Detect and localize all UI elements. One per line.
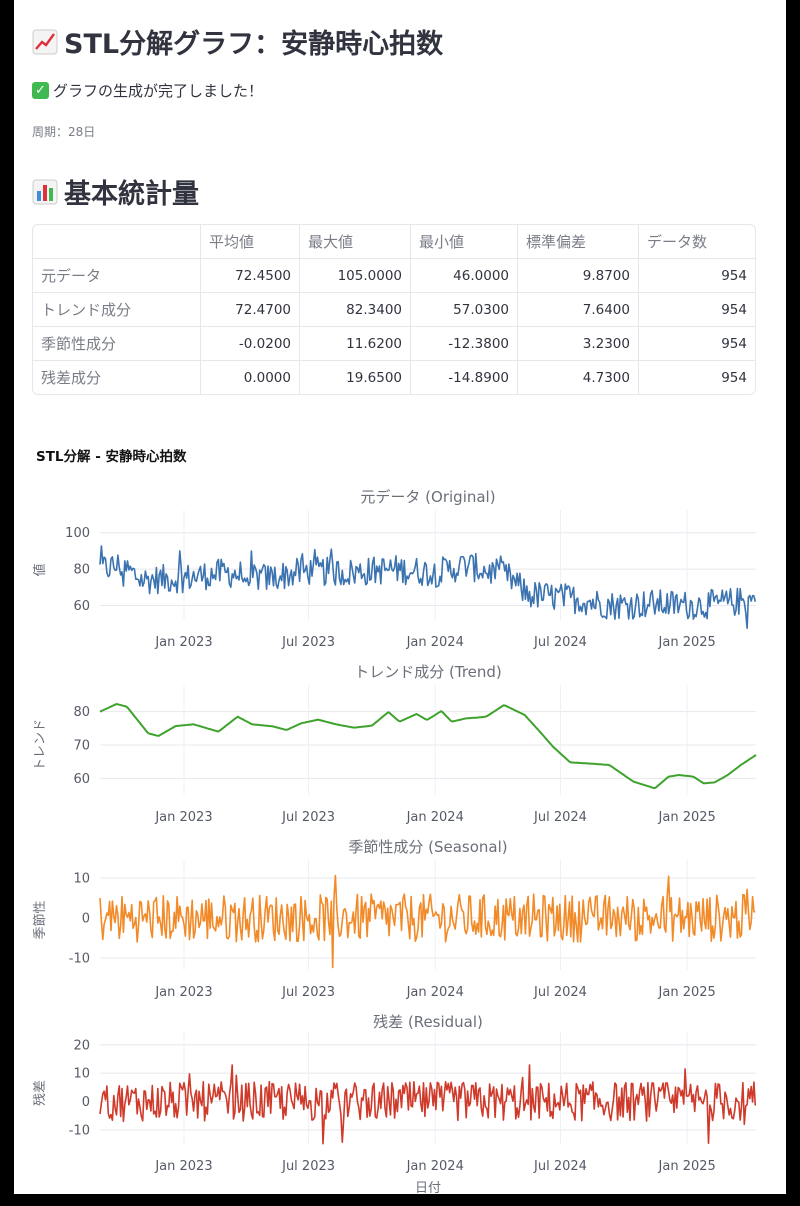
table-cell: 72.4500 <box>200 259 299 293</box>
series-line <box>99 874 756 969</box>
column-header: 最大値 <box>299 225 410 259</box>
table-cell: -12.3800 <box>410 327 517 361</box>
x-tick-label: Jul 2023 <box>281 635 335 650</box>
y-tick-label: -10 <box>69 952 90 967</box>
y-tick-label: 10 <box>73 1067 90 1082</box>
y-axis-label: トレンド <box>33 719 48 771</box>
x-tick-label: Jan 2023 <box>154 985 212 1000</box>
stl-decomposition-chart: 元データ (Original)値6080100Jan 2023 Jul 2023 J… <box>32 488 757 1194</box>
check-mark-icon: ✓ <box>32 82 49 99</box>
x-tick-label: Jul 2024 <box>533 1159 587 1174</box>
trend-line <box>99 703 757 790</box>
table-cell: 82.3400 <box>299 293 410 327</box>
column-header: 平均値 <box>200 225 299 259</box>
table-cell: 57.0300 <box>410 293 517 327</box>
x-tick-label: Jan 2025 <box>658 985 716 1000</box>
y-tick-label: 80 <box>73 705 90 720</box>
panel-title: 残差 (Residual) <box>373 1013 483 1031</box>
table-row: 季節性成分 -0.0200 11.6200 -12.3800 3.2300 95… <box>33 327 755 361</box>
app-frame: STL分解グラフ：安静時心拍数 ✓ グラフの生成が完了しました！ 周期：28日 … <box>14 0 786 1194</box>
y-tick-label: 0 <box>82 1095 90 1110</box>
table-cell: 0.0000 <box>200 361 299 394</box>
x-tick-label: Jan 2025 <box>658 635 716 650</box>
table-cell: 72.4700 <box>200 293 299 327</box>
y-axis-label: 値 <box>32 563 48 576</box>
table-cell: 4.7300 <box>517 361 638 394</box>
series-line <box>99 1064 757 1145</box>
chart-increasing-icon <box>32 29 58 55</box>
column-header: データ数 <box>638 225 755 259</box>
chart-title: STL分解 - 安静時心拍数 <box>36 449 187 465</box>
table-cell: 954 <box>638 293 755 327</box>
stats-heading-text: 基本統計量 <box>64 179 199 210</box>
y-tick-label: 80 <box>73 563 90 578</box>
panel-title: トレンド成分 (Trend) <box>354 663 502 681</box>
table-cell: 954 <box>638 259 755 293</box>
bar-chart-icon <box>32 179 58 205</box>
y-tick-label: 20 <box>73 1038 90 1053</box>
y-tick-label: 60 <box>73 599 90 614</box>
page-title-text: STL分解グラフ：安静時心拍数 <box>64 29 444 60</box>
table-header-row: 平均値 最大値 最小値 標準偏差 データ数 <box>33 225 755 259</box>
table-cell: -0.0200 <box>200 327 299 361</box>
x-tick-label: Jul 2024 <box>533 635 587 650</box>
x-tick-label: Jan 2024 <box>406 1159 464 1174</box>
x-tick-label: Jan 2024 <box>406 635 464 650</box>
x-tick-label: Jan 2025 <box>658 810 716 825</box>
table-row: 元データ 72.4500 105.0000 46.0000 9.8700 954 <box>33 259 755 293</box>
row-label: トレンド成分 <box>33 293 200 327</box>
panel-title: 元データ (Original) <box>360 488 495 506</box>
table-cell: 954 <box>638 361 755 394</box>
column-header <box>33 225 200 259</box>
success-text: グラフの生成が完了しました！ <box>53 82 264 100</box>
y-tick-label: 10 <box>73 872 90 887</box>
success-message: ✓ グラフの生成が完了しました！ <box>32 80 263 101</box>
y-axis-label: 季節性 <box>33 900 48 939</box>
y-tick-label: 60 <box>73 772 90 787</box>
x-tick-label: Jan 2024 <box>406 985 464 1000</box>
series-line <box>99 545 757 629</box>
table-cell: -14.8900 <box>410 361 517 394</box>
table-cell: 19.6500 <box>299 361 410 394</box>
table-cell: 9.8700 <box>517 259 638 293</box>
column-header: 標準偏差 <box>517 225 638 259</box>
x-tick-label: Jan 2023 <box>154 635 212 650</box>
table-cell: 46.0000 <box>410 259 517 293</box>
x-tick-label: Jul 2024 <box>533 985 587 1000</box>
period-label: 周期：28日 <box>32 125 96 139</box>
y-tick-label: -10 <box>69 1123 90 1138</box>
stats-table: 平均値 最大値 最小値 標準偏差 データ数 元データ 72.4500 105.0… <box>32 224 756 395</box>
column-header: 最小値 <box>410 225 517 259</box>
table-cell: 954 <box>638 327 755 361</box>
y-tick-label: 100 <box>65 526 90 541</box>
y-tick-label: 70 <box>73 739 90 754</box>
x-tick-label: Jan 2025 <box>658 1159 716 1174</box>
y-tick-label: 0 <box>82 912 90 927</box>
x-axis-label: 日付 <box>415 1181 441 1194</box>
y-axis-label: 残差 <box>33 1080 48 1106</box>
table-row: トレンド成分 72.4700 82.3400 57.0300 7.6400 95… <box>33 293 755 327</box>
table-row: 残差成分 0.0000 19.6500 -14.8900 4.7300 954 <box>33 361 755 394</box>
stats-heading: 基本統計量 <box>32 172 199 211</box>
page-title: STL分解グラフ：安静時心拍数 <box>32 22 443 61</box>
table-cell: 105.0000 <box>299 259 410 293</box>
row-label: 季節性成分 <box>33 327 200 361</box>
row-label: 残差成分 <box>41 369 102 387</box>
x-tick-label: Jul 2024 <box>533 810 587 825</box>
x-tick-label: Jul 2023 <box>281 1159 335 1174</box>
table-cell: 3.2300 <box>517 327 638 361</box>
row-label: 元データ <box>33 259 200 293</box>
x-tick-label: Jul 2023 <box>281 985 335 1000</box>
panel-title: 季節性成分 (Seasonal) <box>348 838 507 856</box>
x-tick-label: Jul 2023 <box>281 810 335 825</box>
table-cell: 7.6400 <box>517 293 638 327</box>
x-tick-label: Jan 2024 <box>406 810 464 825</box>
x-tick-label: Jan 2023 <box>154 1159 212 1174</box>
x-tick-label: Jan 2023 <box>154 810 212 825</box>
table-cell: 11.6200 <box>299 327 410 361</box>
